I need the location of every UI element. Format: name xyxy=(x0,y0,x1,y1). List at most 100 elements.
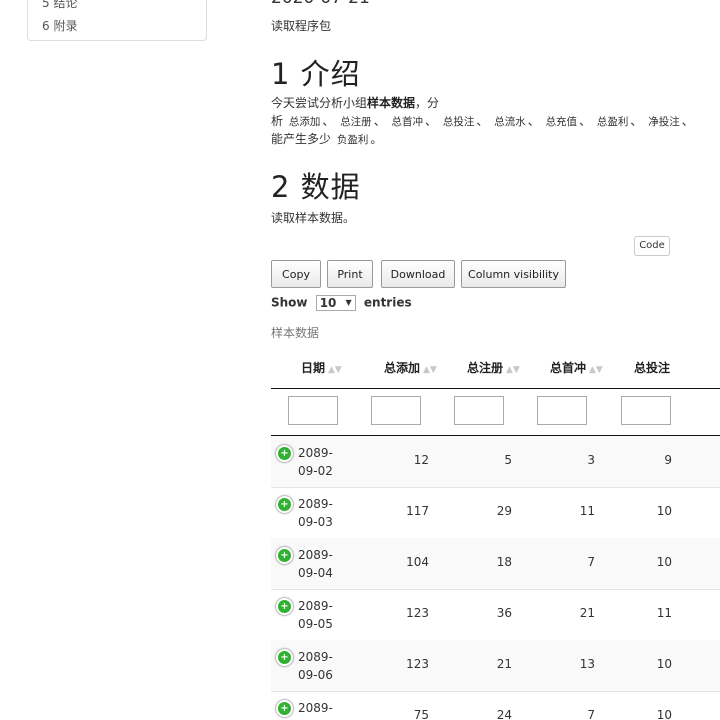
date-part: 09-06 xyxy=(298,668,333,682)
column-header-total-add[interactable]: 总添加 ▲▼ xyxy=(384,348,437,388)
intro-text: ，分 xyxy=(415,96,440,110)
table-row: + 2089- 75 24 7 10 xyxy=(271,691,720,720)
cell-first-deposit: 7 xyxy=(587,708,595,720)
expand-row-icon[interactable]: + xyxy=(276,700,293,717)
toc-item-appendix[interactable]: 6 附录 xyxy=(42,17,77,34)
column-header-date[interactable]: 日期 ▲▼ xyxy=(301,348,342,388)
code-toggle-button[interactable]: Code xyxy=(634,236,670,256)
separator: 、 xyxy=(425,114,438,128)
metric-chip: 净投注 xyxy=(648,116,680,128)
copy-button[interactable]: Copy xyxy=(271,260,321,288)
table-caption: 样本数据 xyxy=(271,326,320,340)
load-packages-text: 读取程序包 xyxy=(271,19,332,33)
cell-total-add: 104 xyxy=(406,555,429,569)
date-part: 2089- xyxy=(298,599,333,613)
date-part: 2089- xyxy=(298,446,333,460)
cell-total-bet: 10 xyxy=(656,504,672,518)
expand-row-icon[interactable]: + xyxy=(276,445,293,462)
date-part: 2089- xyxy=(298,497,333,511)
column-header-label: 总首冲 xyxy=(550,361,587,375)
column-header-total-register[interactable]: 总注册 ▲▼ xyxy=(467,348,520,388)
separator: 、 xyxy=(527,114,540,128)
column-header-first-deposit[interactable]: 总首冲 ▲▼ xyxy=(550,348,603,388)
date-part: 09-03 xyxy=(298,515,333,529)
cell-total-register: 29 xyxy=(496,504,512,518)
intro-text: 今天尝试分析小组 xyxy=(271,96,368,110)
column-header-total-bet[interactable]: 总投注 xyxy=(634,348,670,388)
date-part: 09-02 xyxy=(298,464,333,478)
cell-total-add: 75 xyxy=(413,708,429,720)
cell-total-add: 12 xyxy=(413,453,429,467)
cell-total-add: 123 xyxy=(406,657,429,671)
intro-text: 能产生多少 xyxy=(271,132,332,146)
report-date: 2020-07-21 xyxy=(271,0,370,8)
filter-input-total-add[interactable] xyxy=(371,396,421,425)
filter-input-total-bet[interactable] xyxy=(621,396,671,425)
metric-chip: 总盈利 xyxy=(596,116,629,128)
cell-total-register: 21 xyxy=(496,657,512,671)
separator: 、 xyxy=(322,114,335,128)
expand-row-icon[interactable]: + xyxy=(276,649,293,666)
page-length-select[interactable]: 10 ▼ xyxy=(315,295,356,311)
cell-total-bet: 10 xyxy=(656,657,672,671)
entries-label: entries xyxy=(363,295,412,310)
metric-chip: 总投注 xyxy=(442,116,475,128)
cell-total-bet: 11 xyxy=(656,606,672,620)
cell-first-deposit: 21 xyxy=(579,606,595,620)
intro-bold-term: 样本数据 xyxy=(367,96,416,110)
download-button[interactable]: Download xyxy=(381,260,455,288)
cell-total-add: 117 xyxy=(406,504,429,518)
cell-first-deposit: 7 xyxy=(587,555,595,569)
date-cell: 2089- xyxy=(298,699,338,717)
sort-icon: ▲▼ xyxy=(328,365,342,375)
toc-item-conclusion[interactable]: 5 结论 xyxy=(42,0,77,11)
section-title-data: 2 数据 xyxy=(271,170,361,204)
filter-input-date[interactable] xyxy=(288,396,338,425)
table-row: + 2089- 09-03 117 29 11 10 xyxy=(271,487,720,539)
show-label: Show xyxy=(271,295,308,310)
intro-text: 。 xyxy=(370,132,383,146)
metric-chip: 总添加 xyxy=(288,116,321,128)
sort-icon: ▲▼ xyxy=(423,365,437,375)
filter-input-total-register[interactable] xyxy=(454,396,504,425)
cell-total-add: 123 xyxy=(406,606,429,620)
table-row: + 2089- 09-06 123 21 13 10 xyxy=(271,640,720,692)
metric-chip: 总首冲 xyxy=(391,116,424,128)
date-cell: 2089- 09-04 xyxy=(298,546,338,582)
cell-total-register: 5 xyxy=(504,453,512,467)
date-cell: 2089- 09-03 xyxy=(298,495,338,531)
intro-line-1: 今天尝试分析小组样本数据，分 xyxy=(271,94,439,112)
column-filter-row xyxy=(271,388,720,436)
expand-row-icon[interactable]: + xyxy=(276,547,293,564)
cell-total-register: 36 xyxy=(496,606,512,620)
date-part: 2089- xyxy=(298,548,333,562)
expand-row-icon[interactable]: + xyxy=(276,598,293,615)
sort-icon: ▲▼ xyxy=(589,365,603,375)
chevron-down-icon: ▼ xyxy=(345,298,352,307)
intro-line-2: 析 总添加、 总注册、 总首冲、 总投注、 总流水、 总充值、 总盈利、 净投注… xyxy=(271,112,694,131)
date-cell: 2089- 09-06 xyxy=(298,648,338,684)
cell-total-bet: 9 xyxy=(664,453,672,467)
intro-text: 析 xyxy=(271,114,284,128)
metric-chip: 总注册 xyxy=(340,116,372,128)
date-part: 2089- xyxy=(298,701,333,715)
table-header: 日期 ▲▼ 总添加 ▲▼ 总注册 ▲▼ 总首冲 ▲▼ 总投注 xyxy=(271,348,720,389)
metric-chip: 总流水 xyxy=(494,116,526,128)
table-row: + 2089- 09-02 12 5 3 9 xyxy=(271,436,720,488)
date-part: 2089- xyxy=(298,650,333,664)
sort-icon: ▲▼ xyxy=(506,365,520,375)
column-header-label: 总注册 xyxy=(467,361,504,375)
expand-row-icon[interactable]: + xyxy=(276,496,293,513)
separator: 、 xyxy=(681,114,694,128)
cell-total-register: 18 xyxy=(496,555,512,569)
separator: 、 xyxy=(579,114,592,128)
column-header-label: 日期 xyxy=(301,361,326,375)
cell-total-register: 24 xyxy=(496,708,512,720)
print-button[interactable]: Print xyxy=(327,260,373,288)
column-header-label: 总添加 xyxy=(384,361,421,375)
data-description: 读取样本数据。 xyxy=(271,211,356,225)
filter-input-first-deposit[interactable] xyxy=(537,396,587,425)
separator: 、 xyxy=(373,114,386,128)
column-visibility-button[interactable]: Column visibility xyxy=(461,260,566,288)
section-title-intro: 1 介绍 xyxy=(271,57,361,91)
